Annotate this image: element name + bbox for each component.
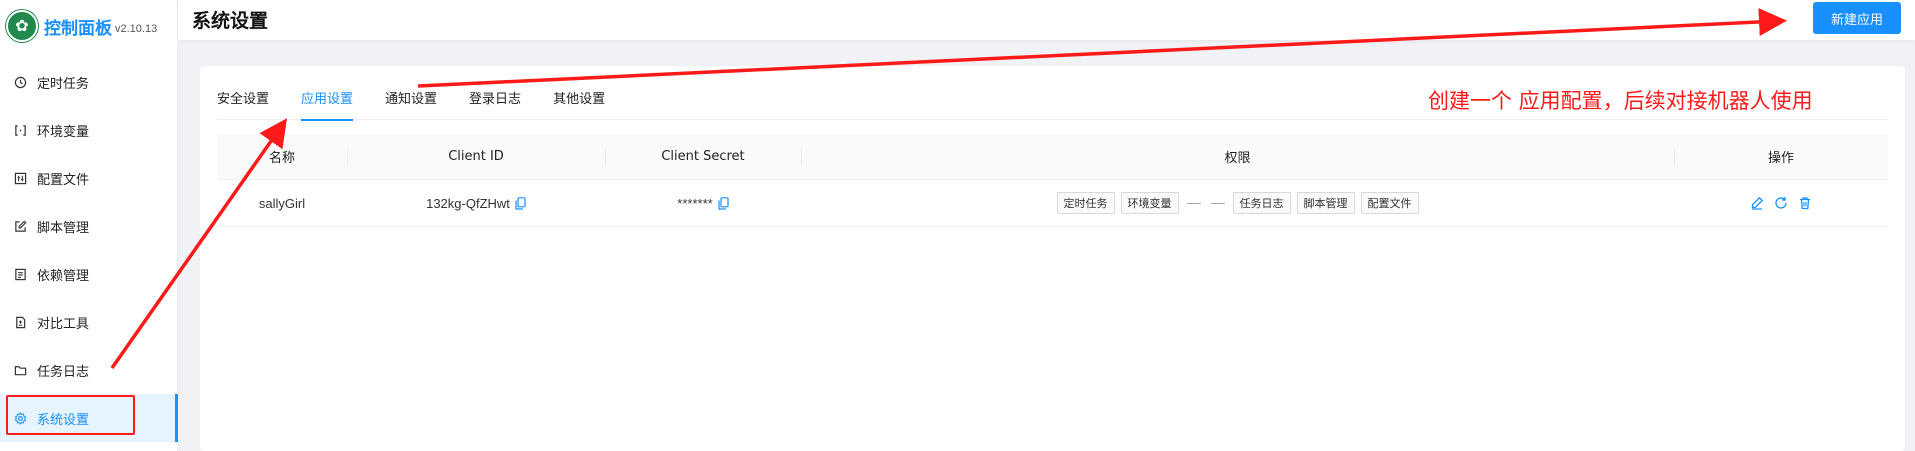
table-row: sallyGirl 132kg-QfZHwt ******* 定时任务 环境变量… <box>217 180 1888 227</box>
permission-separator <box>1210 202 1225 204</box>
logo: ✿ 控制面板 v2.10.13 <box>6 8 157 44</box>
folder-icon <box>13 363 27 377</box>
sidebar-item-label: 配置文件 <box>37 172 90 188</box>
sidebar-item-scripts[interactable]: 脚本管理 <box>0 202 178 250</box>
permission-tag: 定时任务 <box>1056 192 1115 214</box>
apps-table: 名称 Client ID Client Secret 权限 操作 sallyGi… <box>217 134 1888 227</box>
clock-icon <box>13 75 27 89</box>
sidebar-item-label: 依赖管理 <box>37 268 90 284</box>
sidebar-item-label: 任务日志 <box>37 364 90 380</box>
page-title: 系统设置 <box>192 10 269 32</box>
permission-separator <box>1186 202 1201 204</box>
sidebar-item-diff[interactable]: 对比工具 <box>0 298 178 346</box>
config-icon <box>13 171 27 185</box>
new-app-button[interactable]: 新建应用 <box>1813 2 1901 34</box>
permission-tag: 脚本管理 <box>1296 192 1355 214</box>
sidebar-item-label: 系统设置 <box>37 412 90 428</box>
copy-icon[interactable] <box>515 196 526 210</box>
permission-tag: 配置文件 <box>1360 192 1419 214</box>
sidebar-item-logs[interactable]: 任务日志 <box>0 346 178 394</box>
column-header-actions: 操作 <box>1674 134 1888 179</box>
edit-icon <box>13 219 27 233</box>
sidebar-item-label: 定时任务 <box>37 76 90 92</box>
sidebar-item-config[interactable]: 配置文件 <box>0 154 178 202</box>
copy-icon[interactable] <box>718 196 729 210</box>
tab-applications[interactable]: 应用设置 <box>301 88 354 121</box>
column-header-client-secret: Client Secret <box>605 134 801 179</box>
tab-notifications[interactable]: 通知设置 <box>385 88 437 120</box>
app-version: v2.10.13 <box>115 23 158 35</box>
sidebar-item-dependencies[interactable]: 依赖管理 <box>0 250 178 298</box>
table-header: 名称 Client ID Client Secret 权限 操作 <box>217 134 1888 180</box>
sidebar-item-cron[interactable]: 定时任务 <box>0 58 178 106</box>
settings-card: 安全设置 应用设置 通知设置 登录日志 其他设置 创建一个 应用配置，后续对接机… <box>200 66 1905 451</box>
sidebar-menu: 定时任务 环境变量 配置文件 脚本管理 依赖管理 对比工具 任务日志 系统设置 <box>0 58 178 442</box>
client-secret: ******* <box>677 195 713 211</box>
variable-icon <box>13 123 27 137</box>
permissions-cell: 定时任务 环境变量 任务日志 脚本管理 配置文件 <box>801 180 1674 226</box>
sidebar: ✿ 控制面板 v2.10.13 定时任务 环境变量 配置文件 脚本管理 依赖管理… <box>0 0 178 451</box>
settings-icon <box>13 411 27 425</box>
header: 系统设置 新建应用 <box>178 0 1915 40</box>
sidebar-item-settings[interactable]: 系统设置 <box>0 394 178 442</box>
column-header-client-id: Client ID <box>347 134 605 179</box>
refresh-icon[interactable] <box>1774 196 1788 210</box>
tab-login-logs[interactable]: 登录日志 <box>469 88 521 120</box>
dependency-icon <box>13 267 27 281</box>
sidebar-item-label: 环境变量 <box>37 124 90 140</box>
edit-icon[interactable] <box>1750 196 1764 210</box>
actions-cell <box>1674 180 1888 226</box>
sidebar-item-env[interactable]: 环境变量 <box>0 106 178 154</box>
sidebar-item-label: 对比工具 <box>37 316 90 332</box>
app-title: 控制面板 <box>44 18 112 39</box>
annotation-text: 创建一个 应用配置，后续对接机器人使用 <box>1428 89 1813 113</box>
tab-other[interactable]: 其他设置 <box>553 88 605 120</box>
permission-tag: 任务日志 <box>1232 192 1291 214</box>
logo-icon: ✿ <box>6 10 38 42</box>
column-header-permissions: 权限 <box>801 134 1674 179</box>
app-name: sallyGirl <box>258 195 306 211</box>
client-id-cell: 132kg-QfZHwt <box>347 180 605 226</box>
column-header-name: 名称 <box>268 151 295 166</box>
sidebar-item-label: 脚本管理 <box>37 220 90 236</box>
client-id: 132kg-QfZHwt <box>426 195 510 211</box>
diff-icon <box>13 315 27 329</box>
client-secret-cell: ******* <box>605 180 801 226</box>
tab-security[interactable]: 安全设置 <box>217 88 269 120</box>
permission-tag: 环境变量 <box>1120 192 1179 214</box>
delete-icon[interactable] <box>1798 196 1812 210</box>
